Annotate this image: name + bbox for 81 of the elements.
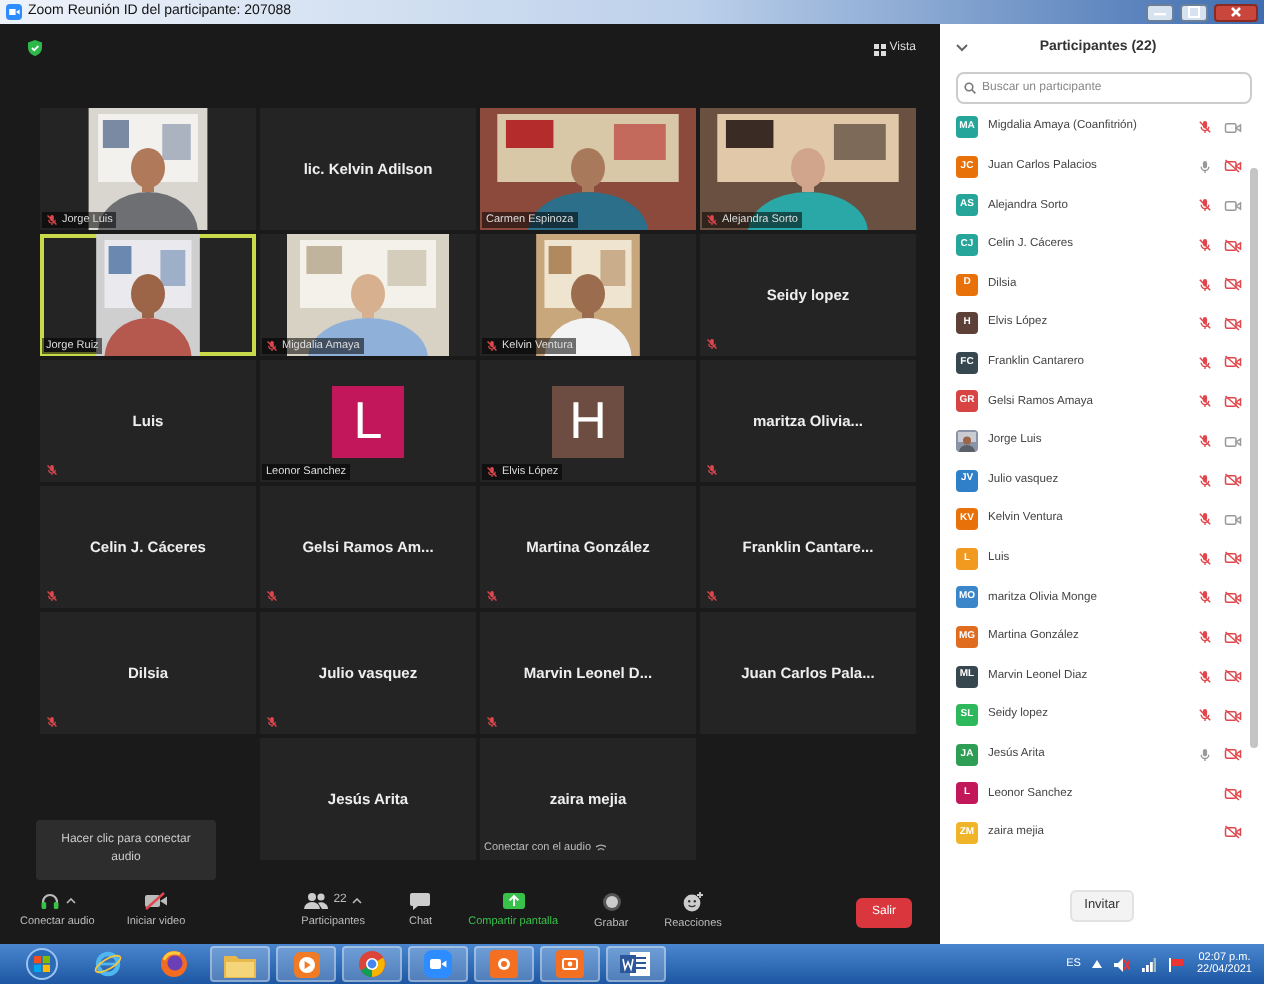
taskbar-button[interactable] <box>474 946 534 982</box>
taskbar-button[interactable] <box>342 946 402 982</box>
muted-mic-icon[interactable] <box>1198 473 1212 488</box>
video-off-icon[interactable] <box>1224 785 1242 802</box>
video-off-icon[interactable] <box>1224 472 1242 489</box>
muted-mic-icon[interactable] <box>1198 198 1212 213</box>
audio-icon <box>595 842 606 853</box>
share-screen-icon <box>501 892 526 911</box>
video-off-icon[interactable] <box>1224 354 1242 371</box>
video-off-icon[interactable] <box>1224 158 1242 175</box>
video-off-icon[interactable] <box>1224 824 1242 841</box>
muted-mic-icon[interactable] <box>1198 434 1212 449</box>
start-button <box>26 948 58 980</box>
browser-icon <box>160 950 188 978</box>
scrollbar[interactable] <box>1250 168 1258 748</box>
close-icon <box>1230 6 1242 18</box>
maximize-icon <box>1188 6 1200 18</box>
muted-mic-icon[interactable] <box>1198 120 1212 135</box>
video-off-icon[interactable] <box>1224 315 1242 332</box>
video-off-icon[interactable] <box>1224 393 1242 410</box>
muted-mic-icon[interactable] <box>1198 238 1212 253</box>
video-icon[interactable] <box>1224 119 1242 136</box>
muted-mic-icon[interactable] <box>1198 512 1212 527</box>
video-off-icon[interactable] <box>1224 707 1242 724</box>
browser-icon <box>94 950 122 978</box>
muted-mic-icon[interactable] <box>1198 669 1212 684</box>
app-icon <box>490 950 518 978</box>
minimize-icon <box>1154 8 1166 16</box>
maximize-button[interactable] <box>1180 3 1208 21</box>
caret-icon[interactable] <box>65 898 76 905</box>
people-icon <box>303 892 328 911</box>
muted-mic-icon[interactable] <box>1198 355 1212 370</box>
play-icon <box>293 951 319 977</box>
folder-icon <box>224 951 256 977</box>
muted-mic-icon[interactable] <box>1198 630 1212 645</box>
muted-mic-icon[interactable] <box>1198 708 1212 723</box>
muted-mic-icon[interactable] <box>1198 394 1212 409</box>
muted-mic-icon[interactable] <box>1198 316 1212 331</box>
muted-mic-icon[interactable] <box>1198 551 1212 566</box>
muted-mic-icon[interactable] <box>1198 277 1212 292</box>
taskbar-button[interactable] <box>606 946 666 982</box>
muted-mic-icon[interactable] <box>1198 590 1212 605</box>
volume-icon[interactable] <box>1114 957 1131 971</box>
mic-icon[interactable] <box>1198 747 1212 762</box>
avatar: H <box>552 385 624 457</box>
browser-icon <box>358 950 386 978</box>
shield-icon[interactable] <box>28 40 42 56</box>
video-icon[interactable] <box>1224 511 1242 528</box>
minimize-button[interactable] <box>1146 3 1174 21</box>
video-camera-icon <box>424 950 452 978</box>
video-off-icon <box>143 892 168 911</box>
taskbar-button[interactable] <box>540 946 600 982</box>
video-off-icon[interactable] <box>1224 550 1242 567</box>
collapse-icon[interactable] <box>956 44 968 52</box>
video-icon[interactable] <box>1224 433 1242 450</box>
video-off-icon[interactable] <box>1224 589 1242 606</box>
app-logo-icon <box>6 4 22 20</box>
grid-icon <box>873 43 886 55</box>
mic-icon[interactable] <box>1198 159 1212 174</box>
search-icon <box>964 82 976 94</box>
avatar <box>956 430 978 453</box>
chat-icon <box>410 892 431 911</box>
video-off-icon[interactable] <box>1224 629 1242 646</box>
document-icon <box>620 950 652 978</box>
smiley-icon <box>682 891 705 912</box>
show-hidden-icons-icon[interactable] <box>1092 960 1103 968</box>
app-icon <box>556 950 584 978</box>
close-button[interactable] <box>1214 3 1258 21</box>
video-icon[interactable] <box>1224 197 1242 214</box>
signal-icon[interactable] <box>1142 957 1157 971</box>
taskbar-button[interactable] <box>276 946 336 982</box>
video-off-icon[interactable] <box>1224 668 1242 685</box>
video-off-icon[interactable] <box>1224 746 1242 763</box>
record-icon <box>601 891 622 912</box>
taskbar-button[interactable] <box>408 946 468 982</box>
caret-icon[interactable] <box>352 898 363 905</box>
flag-icon[interactable] <box>1168 957 1185 971</box>
headphones-icon <box>39 892 60 911</box>
video-off-icon[interactable] <box>1224 276 1242 293</box>
video-off-icon[interactable] <box>1224 237 1242 254</box>
avatar: L <box>332 385 404 457</box>
